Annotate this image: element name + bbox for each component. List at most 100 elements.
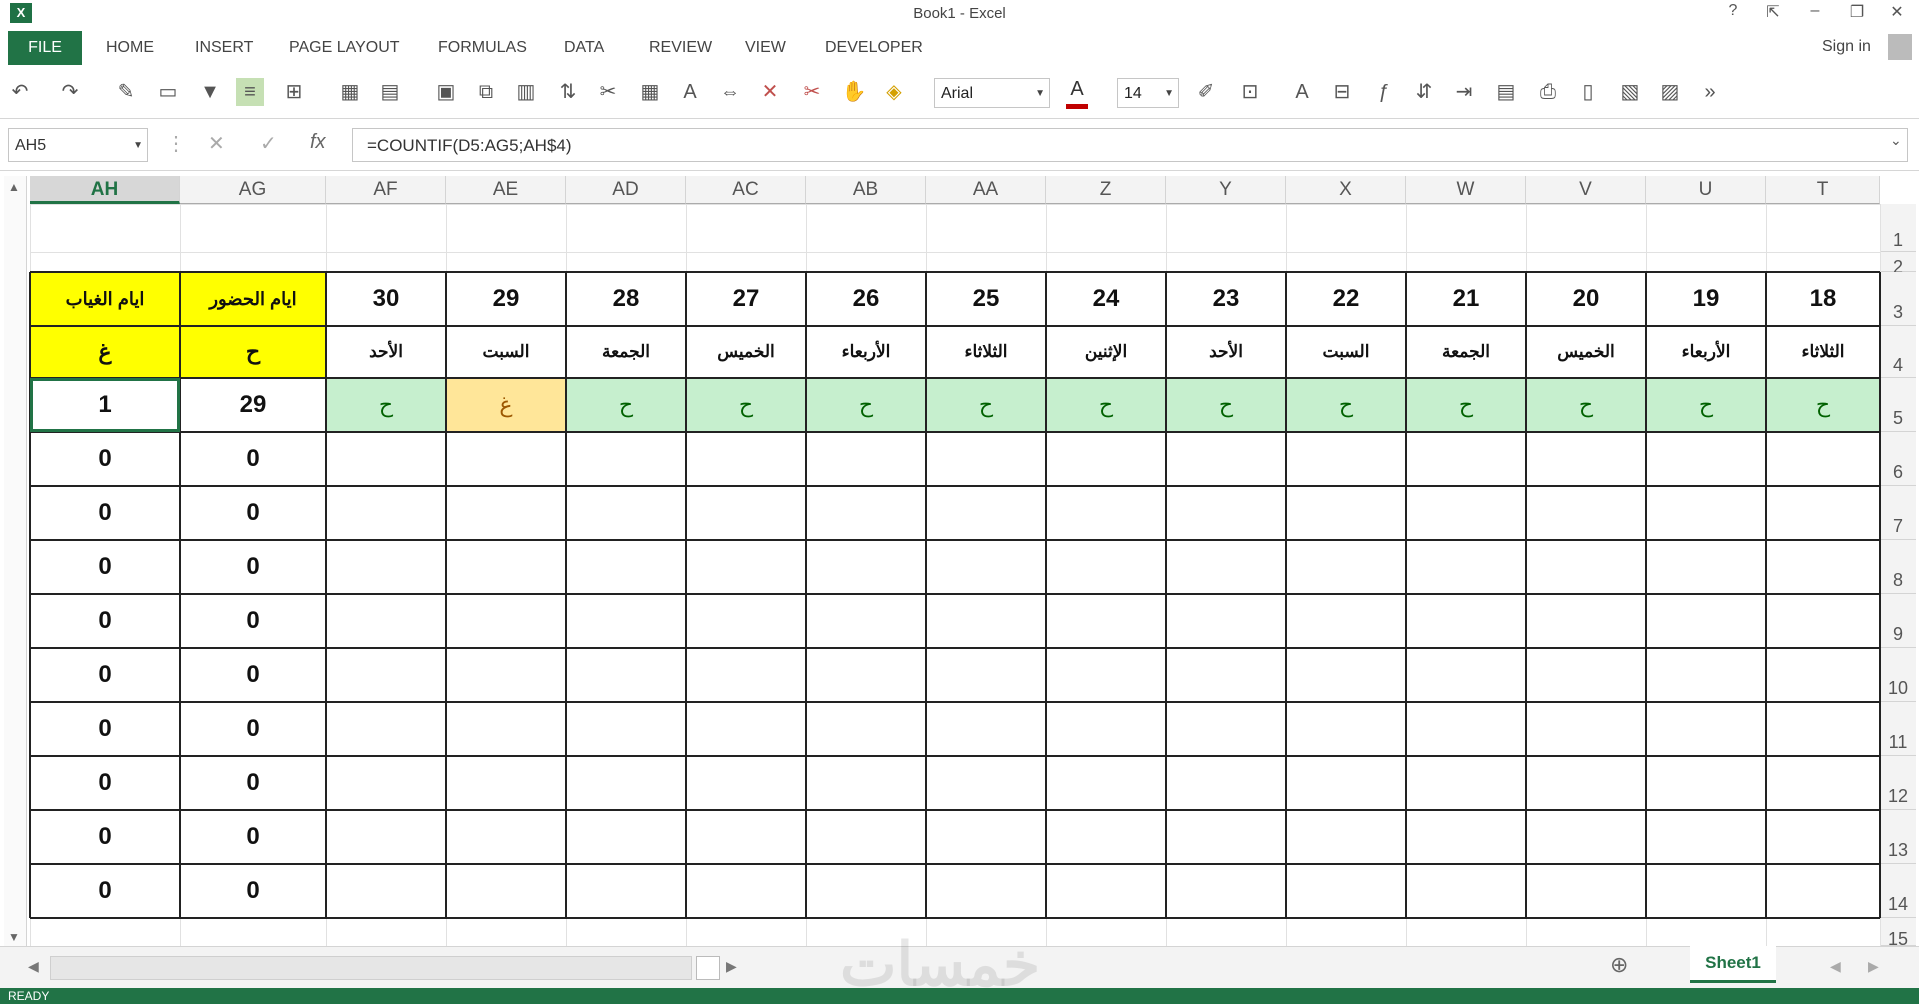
day-name-cell[interactable]: الثلاثاء [926, 326, 1046, 378]
day-name-cell[interactable]: الأربعاء [806, 326, 926, 378]
day-name-cell[interactable]: الإثنين [1046, 326, 1166, 378]
day-name-cell[interactable]: الثلاثاء [1766, 326, 1880, 378]
column-header-v[interactable]: V [1526, 176, 1646, 204]
tab-file[interactable]: FILE [8, 31, 82, 65]
absence-total-cell[interactable]: 0 [30, 864, 180, 918]
scroll-down-icon[interactable]: ▼ [8, 930, 20, 944]
row-header-5[interactable]: 5 [1880, 378, 1916, 432]
ribbon-display-icon[interactable]: ⇱ [1758, 2, 1788, 22]
absence-total-cell[interactable]: 0 [30, 810, 180, 864]
font-size-icon[interactable]: A [676, 78, 704, 106]
row-header-10[interactable]: 10 [1880, 648, 1916, 702]
day-name-cell[interactable]: الجمعة [566, 326, 686, 378]
clear-icon[interactable]: ✕ [756, 78, 784, 106]
day-name-cell[interactable]: السبت [1286, 326, 1406, 378]
row-header-14[interactable]: 14 [1880, 864, 1916, 918]
present-mark-cell[interactable]: ح [926, 378, 1046, 432]
undo-icon[interactable]: ↶ [6, 78, 34, 106]
row-header-9[interactable]: 9 [1880, 594, 1916, 648]
font-name-select[interactable]: Arial ▼ [934, 78, 1050, 108]
user-avatar-icon[interactable] [1888, 34, 1912, 60]
present-mark-cell[interactable]: ح [1526, 378, 1646, 432]
expand-formula-icon[interactable]: ⌄ [1890, 132, 1902, 149]
row-header-4[interactable]: 4 [1880, 326, 1916, 378]
tab-view[interactable]: VIEW [745, 39, 786, 57]
insert-icon[interactable]: ▣ [432, 78, 460, 106]
present-mark-cell[interactable]: ح [1406, 378, 1526, 432]
present-mark-cell[interactable]: ح [566, 378, 686, 432]
paste-icon[interactable]: ✋ [840, 78, 868, 106]
day-number-cell[interactable]: 25 [926, 272, 1046, 326]
column-header-t[interactable]: T [1766, 176, 1880, 204]
calculator-icon[interactable]: ▦ [336, 78, 364, 106]
row-header-13[interactable]: 13 [1880, 810, 1916, 864]
presence-total-cell[interactable]: 0 [180, 486, 326, 540]
presence-code-header[interactable]: ح [180, 326, 326, 378]
day-name-cell[interactable]: الأحد [1166, 326, 1286, 378]
presence-total-cell[interactable]: 0 [180, 756, 326, 810]
delete-icon[interactable]: ✂ [798, 78, 826, 106]
present-mark-cell[interactable]: ح [686, 378, 806, 432]
scroll-up-icon[interactable]: ▲ [8, 180, 20, 194]
cut-icon[interactable]: ✂ [594, 78, 622, 106]
day-name-cell[interactable]: الخميس [686, 326, 806, 378]
day-number-cell[interactable]: 19 [1646, 272, 1766, 326]
wrap-icon[interactable]: ⊡ [1236, 78, 1264, 106]
day-number-cell[interactable]: 28 [566, 272, 686, 326]
presence-total-cell[interactable]: 0 [180, 648, 326, 702]
filter-icon[interactable]: ▼ [196, 78, 224, 106]
present-mark-cell[interactable]: ح [1166, 378, 1286, 432]
column-header-u[interactable]: U [1646, 176, 1766, 204]
presence-total-cell[interactable]: 0 [180, 432, 326, 486]
present-mark-cell[interactable]: ح [1286, 378, 1406, 432]
redo-icon[interactable]: ↷ [56, 78, 84, 106]
more-icon[interactable]: » [1696, 78, 1724, 106]
row-header-15[interactable]: 15 [1880, 918, 1916, 949]
day-number-cell[interactable]: 26 [806, 272, 926, 326]
function-icon[interactable]: ƒ [1370, 78, 1398, 106]
tab-review[interactable]: REVIEW [649, 39, 712, 57]
tab-data[interactable]: DATA [564, 39, 604, 57]
row-header-2[interactable]: 2 [1880, 252, 1916, 277]
day-name-cell[interactable]: الأحد [326, 326, 446, 378]
fill-color-icon[interactable]: ◈ [880, 78, 908, 106]
tab-home[interactable]: HOME [106, 39, 154, 57]
column-header-x[interactable]: X [1286, 176, 1406, 204]
scroll-left-icon[interactable]: ◀ [28, 958, 39, 975]
next-sheet-icon[interactable]: ▶ [1868, 958, 1879, 975]
day-number-cell[interactable]: 23 [1166, 272, 1286, 326]
page-icon[interactable]: ▤ [1492, 78, 1520, 106]
absence-total-cell[interactable]: 0 [30, 486, 180, 540]
row-header-7[interactable]: 7 [1880, 486, 1916, 540]
column-header-ac[interactable]: AC [686, 176, 806, 204]
indent-icon[interactable]: ⇥ [1450, 78, 1478, 106]
scroll-right-icon[interactable]: ▶ [726, 958, 737, 975]
sort-asc-icon[interactable]: ⇵ [1410, 78, 1438, 106]
tab-page-layout[interactable]: PAGE LAYOUT [289, 39, 400, 57]
borders-icon[interactable]: ⊞ [280, 78, 308, 106]
minimize-icon[interactable]: – [1800, 2, 1830, 20]
day-number-cell[interactable]: 24 [1046, 272, 1166, 326]
increase-font-icon[interactable]: A [1288, 78, 1316, 106]
presence-total-cell[interactable]: 0 [180, 864, 326, 918]
insert-function-icon[interactable]: fx [310, 131, 326, 154]
present-mark-cell[interactable]: ح [326, 378, 446, 432]
absent-mark-cell[interactable]: غ [446, 378, 566, 432]
present-mark-cell[interactable]: ح [1646, 378, 1766, 432]
merge-icon[interactable]: ⇔ [716, 78, 744, 106]
column-header-ab[interactable]: AB [806, 176, 926, 204]
sort-icon[interactable]: ⇅ [554, 78, 582, 106]
column-header-af[interactable]: AF [326, 176, 446, 204]
horizontal-scrollbar[interactable] [50, 956, 692, 980]
copy-icon[interactable]: ⧉ [472, 78, 500, 106]
presence-total-cell[interactable]: 0 [180, 810, 326, 864]
tab-developer[interactable]: DEVELOPER [825, 39, 923, 57]
day-name-cell[interactable]: الخميس [1526, 326, 1646, 378]
row-header-6[interactable]: 6 [1880, 432, 1916, 486]
table-icon[interactable]: ▦ [636, 78, 664, 106]
preview-icon[interactable]: ▧ [1616, 78, 1644, 106]
enter-icon[interactable]: ✓ [260, 131, 277, 156]
row-header-12[interactable]: 12 [1880, 756, 1916, 810]
day-number-cell[interactable]: 18 [1766, 272, 1880, 326]
chart-icon[interactable]: ▥ [512, 78, 540, 106]
